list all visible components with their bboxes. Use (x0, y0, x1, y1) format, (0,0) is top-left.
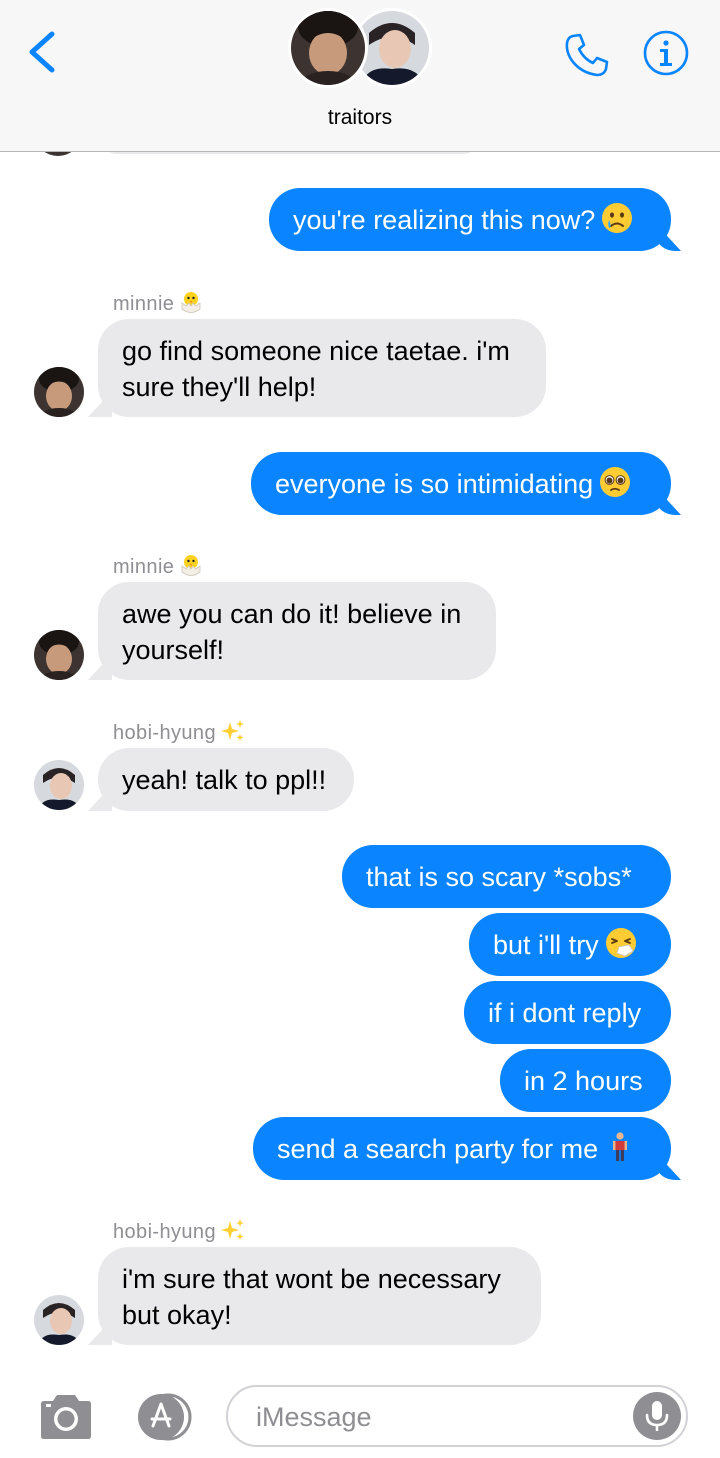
info-icon (643, 30, 689, 76)
sender-name: minnie (113, 552, 204, 579)
camera-button[interactable] (37, 1392, 95, 1442)
avatar-hobi[interactable] (34, 760, 84, 810)
pleading-face-icon (600, 467, 631, 497)
incoming-message[interactable]: yeah! talk to ppl!! (98, 748, 354, 811)
message-text: yeah! talk to ppl!! (122, 765, 327, 795)
dictation-button[interactable] (633, 1392, 681, 1440)
message-input[interactable]: iMessage (226, 1385, 688, 1447)
app-store-icon (138, 1393, 192, 1441)
back-chevron-icon (29, 31, 55, 73)
message-text-line: yourself! (122, 635, 225, 665)
message-text: in 2 hours (524, 1066, 643, 1096)
message-text: that is so scary *sobs* (366, 862, 632, 892)
person-standing-icon (613, 1132, 628, 1161)
imessage-conversation: traitors you're realizing this now? minn… (0, 0, 720, 1458)
outgoing-message[interactable]: everyone is so intimidating (251, 452, 671, 515)
details-button[interactable] (642, 29, 690, 77)
message-text: everyone is so intimidating (275, 469, 594, 499)
conversation-header: traitors (0, 0, 720, 152)
phone-icon (565, 33, 609, 77)
message-text-line: go find someone nice taetae. i'm (122, 336, 510, 366)
sparkles-icon (220, 1219, 244, 1240)
compose-bar: iMessage (0, 1374, 720, 1458)
avatar-minnie[interactable] (34, 367, 84, 417)
outgoing-message[interactable]: but i'll try (469, 913, 671, 976)
call-button[interactable] (562, 30, 612, 80)
avatar-minnie[interactable] (34, 630, 84, 680)
outgoing-message[interactable]: that is so scary *sobs* (342, 845, 671, 908)
outgoing-message[interactable]: if i dont reply (464, 981, 671, 1044)
sender-name: minnie (113, 289, 204, 316)
message-text-line: awe you can do it! believe in (122, 599, 462, 629)
incoming-message[interactable]: awe you can do it! believe in yourself! (98, 582, 496, 680)
sender-name: hobi-hyung (113, 1217, 246, 1244)
message-text-line: but okay! (122, 1300, 232, 1330)
message-text: you're realizing this now? (293, 205, 596, 235)
message-input-placeholder: iMessage (256, 1402, 372, 1432)
outgoing-message[interactable]: in 2 hours (500, 1049, 671, 1112)
app-store-button[interactable] (130, 1392, 196, 1442)
message-text-line: sure they'll help! (122, 372, 317, 402)
outgoing-message[interactable]: you're realizing this now? (269, 188, 671, 251)
outgoing-message[interactable]: send a search party for me (253, 1117, 671, 1180)
hatching-chick-icon (181, 292, 201, 313)
back-button[interactable] (22, 26, 62, 78)
group-avatar-minnie (288, 8, 368, 88)
crying-face-icon (602, 203, 633, 233)
avatar-hobi[interactable] (34, 1295, 84, 1345)
message-text: but i'll try (493, 930, 599, 960)
microphone-icon (645, 1401, 669, 1431)
group-avatars[interactable] (288, 8, 434, 90)
incoming-message[interactable]: i'm sure that wont be necessary but okay… (98, 1247, 541, 1345)
conversation-title[interactable]: traitors (0, 106, 720, 130)
message-text-line: i'm sure that wont be necessary (122, 1264, 501, 1294)
message-text: if i dont reply (488, 998, 642, 1028)
incoming-message[interactable]: go find someone nice taetae. i'm sure th… (98, 319, 546, 417)
sparkles-icon (220, 720, 244, 741)
sender-name: hobi-hyung (113, 718, 246, 745)
hatching-chick-icon (181, 555, 201, 576)
message-text: send a search party for me (277, 1134, 599, 1164)
sneezing-face-icon (605, 928, 636, 958)
camera-icon (41, 1395, 91, 1439)
